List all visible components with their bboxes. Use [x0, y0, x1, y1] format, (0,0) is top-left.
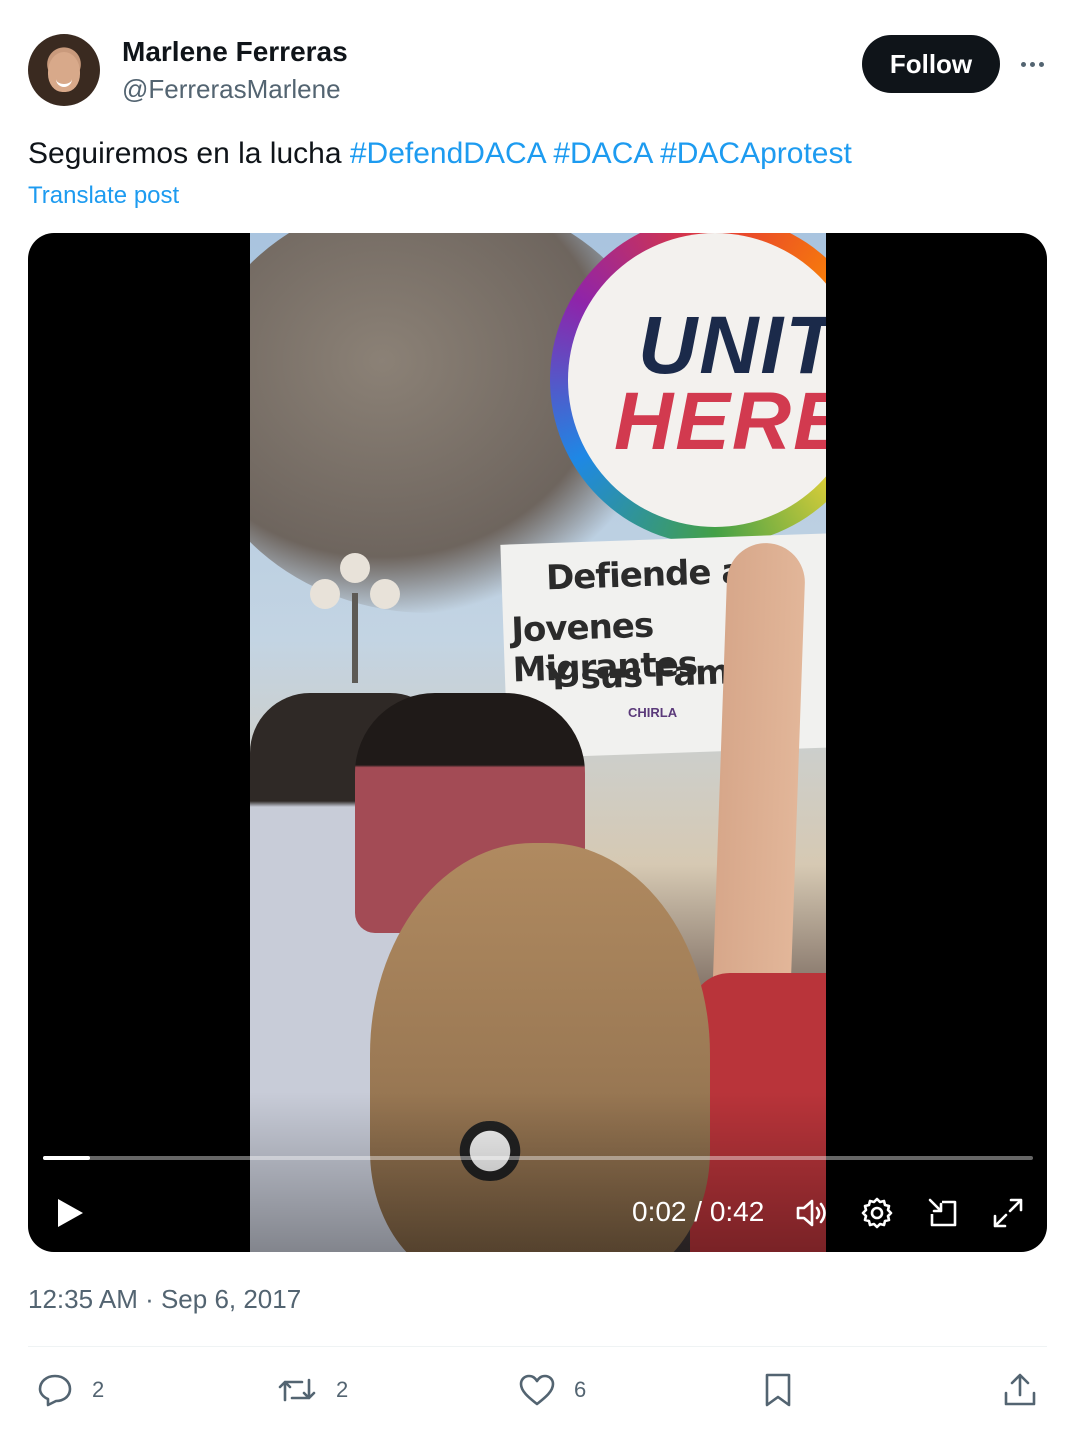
raised-arm [711, 541, 807, 1015]
like-button[interactable]: 6 [518, 1368, 586, 1412]
more-options-button[interactable] [1012, 44, 1052, 84]
gear-icon [861, 1197, 893, 1229]
street-lamp [310, 553, 400, 683]
settings-button[interactable] [857, 1193, 897, 1233]
picture-in-picture-icon [928, 1198, 957, 1227]
hashtag-dacaprotest[interactable]: #DACAprotest [660, 137, 852, 170]
hashtag-defenddaca[interactable]: #DefendDACA [350, 137, 545, 170]
repost-button[interactable]: 2 [276, 1368, 348, 1412]
post-timestamp[interactable]: 12:35 AM · Sep 6, 2017 [28, 1284, 301, 1315]
board-text: Defiende a [545, 551, 744, 599]
post-text: Seguiremos en la lucha #DefendDACA #DACA… [28, 135, 852, 173]
reply-count: 2 [92, 1377, 105, 1402]
more-dot-icon [1029, 61, 1035, 67]
volume-icon [796, 1199, 826, 1227]
pip-button[interactable] [923, 1193, 963, 1233]
share-icon [1004, 1373, 1036, 1406]
author-handle[interactable]: @FerrerasMarlene [122, 74, 341, 105]
union-sign-text: HERE [614, 376, 826, 467]
video-progress-fill [43, 1156, 90, 1160]
play-icon [58, 1199, 83, 1227]
avatar[interactable] [28, 34, 100, 106]
play-button[interactable] [48, 1191, 92, 1235]
more-dot-icon [1020, 61, 1026, 67]
board-logo: CHIRLA [628, 705, 678, 720]
follow-button[interactable]: Follow [862, 35, 1000, 93]
repost-icon [278, 1378, 316, 1402]
fullscreen-icon [993, 1198, 1023, 1228]
divider [28, 1346, 1047, 1347]
reply-icon [38, 1374, 72, 1407]
more-dot-icon [1038, 61, 1044, 67]
repost-count: 2 [336, 1377, 349, 1402]
hashtag-daca[interactable]: #DACA [553, 137, 651, 170]
volume-button[interactable] [792, 1193, 832, 1233]
video-time: 0:02 / 0:42 [632, 1196, 765, 1227]
reply-button[interactable]: 2 [36, 1368, 104, 1412]
video-progress-bar[interactable] [43, 1156, 1033, 1160]
video-player[interactable]: UNIT HERE Defiende a Jovenes Migrantes Y… [28, 233, 1047, 1252]
post-body: Seguiremos en la lucha [28, 137, 350, 170]
heart-icon [519, 1374, 555, 1406]
bookmark-icon [765, 1373, 791, 1407]
translate-post-link[interactable]: Translate post [28, 182, 179, 210]
share-button[interactable] [1002, 1368, 1038, 1412]
author-name[interactable]: Marlene Ferreras [122, 36, 348, 68]
like-count: 6 [574, 1377, 587, 1402]
fullscreen-button[interactable] [988, 1193, 1028, 1233]
bookmark-button[interactable] [762, 1368, 794, 1412]
